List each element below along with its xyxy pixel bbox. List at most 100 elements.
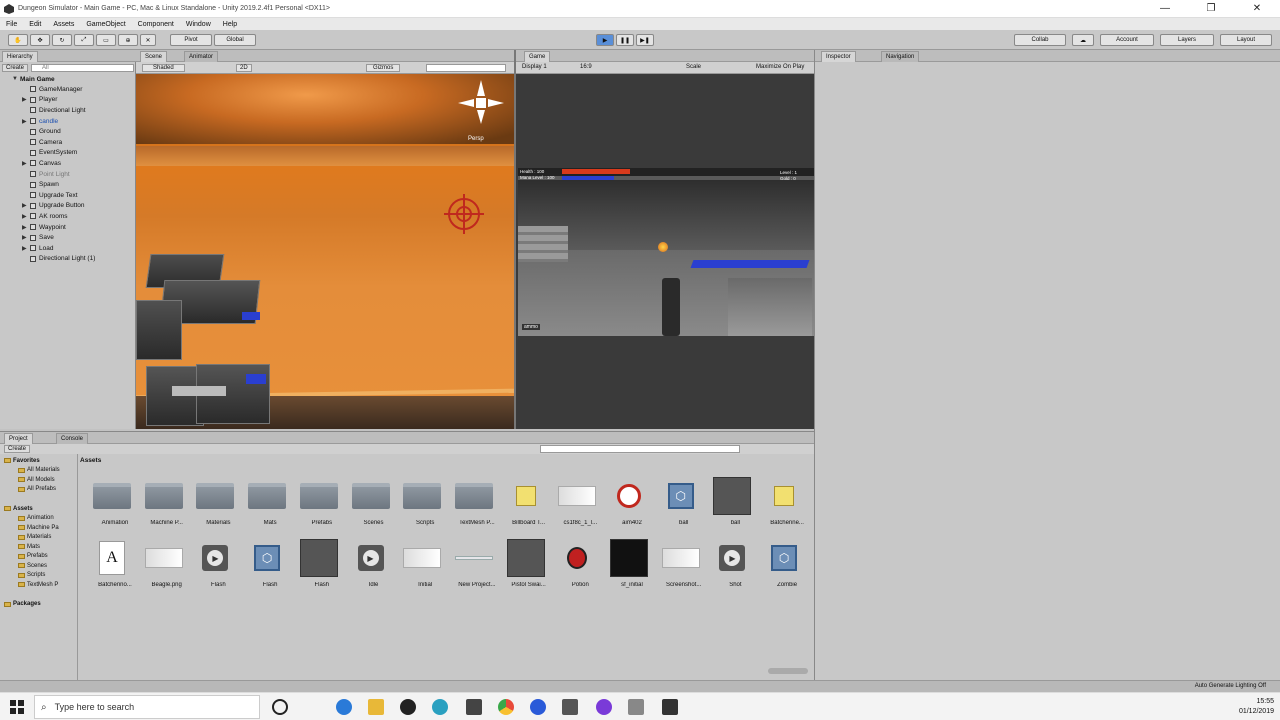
move-tool-button[interactable]: ✥ xyxy=(30,34,50,46)
menu-file[interactable]: File xyxy=(0,21,23,28)
project-tree-item[interactable]: Machine Pa xyxy=(18,523,59,532)
tab-game[interactable]: Game xyxy=(524,51,551,62)
project-tree-item[interactable]: Mats xyxy=(18,542,40,551)
hierarchy-item[interactable]: Upgrade Text xyxy=(22,190,78,201)
file-explorer-icon[interactable] xyxy=(368,699,384,715)
pivot-toggle[interactable]: Pivot xyxy=(170,34,212,46)
hierarchy-search-input[interactable]: All xyxy=(31,64,134,72)
unity-instance-icon[interactable] xyxy=(662,699,678,715)
hierarchy-item[interactable]: ▶ candle xyxy=(22,116,58,127)
asset-item[interactable]: ▶ Flash xyxy=(187,538,235,598)
tab-inspector[interactable]: Inspector xyxy=(821,51,856,62)
hierarchy-item[interactable]: Camera xyxy=(22,137,62,148)
hierarchy-item[interactable]: Directional Light xyxy=(22,105,86,116)
minimize-button[interactable]: — xyxy=(1142,3,1188,14)
windows-start-icon[interactable] xyxy=(10,700,24,714)
asset-item[interactable]: Pistol Swai... xyxy=(498,538,546,598)
asset-item[interactable]: cs1f8c_1_l... xyxy=(549,476,597,536)
expand-arrow-icon[interactable]: ▶ xyxy=(22,224,30,231)
scale-tool-button[interactable]: ⤢ xyxy=(74,34,94,46)
asset-item[interactable]: ⬡ Zombie xyxy=(756,538,804,598)
app-icon[interactable] xyxy=(530,699,546,715)
asset-item[interactable]: ▶ Shot xyxy=(704,538,752,598)
menu-component[interactable]: Component xyxy=(132,21,180,28)
scene-viewport[interactable]: Persp xyxy=(136,74,514,429)
menu-help[interactable]: Help xyxy=(217,21,243,28)
app-icon[interactable] xyxy=(336,699,352,715)
rotate-tool-button[interactable]: ↻ xyxy=(52,34,72,46)
project-breadcrumb[interactable]: Assets xyxy=(80,457,101,464)
taskbar-search-input[interactable]: ⌕ Type here to search xyxy=(34,695,260,719)
expand-arrow-icon[interactable]: ▶ xyxy=(22,213,30,220)
asset-item[interactable]: Flash xyxy=(291,538,339,598)
hierarchy-item[interactable]: ▶ Waypoint xyxy=(22,222,66,233)
project-tree-item[interactable]: TextMesh P xyxy=(18,580,58,589)
hierarchy-item[interactable]: ▶ Save xyxy=(22,232,54,243)
project-tree-item[interactable]: Packages xyxy=(4,600,41,609)
taskbar-clock[interactable]: 15:55 01/12/2019 xyxy=(1239,697,1274,717)
asset-item[interactable]: Billboard T... xyxy=(498,476,546,536)
app-icon[interactable] xyxy=(596,699,612,715)
expand-arrow-icon[interactable]: ▶ xyxy=(22,202,30,209)
play-button[interactable]: ▶ xyxy=(596,34,614,46)
asset-item[interactable]: ▶ Idle xyxy=(343,538,391,598)
layout-dropdown[interactable]: Layout xyxy=(1220,34,1272,46)
2d-toggle[interactable]: 2D xyxy=(236,64,252,72)
maximize-button[interactable]: ❐ xyxy=(1188,3,1234,14)
asset-item[interactable]: Batchenne... xyxy=(756,476,804,536)
hierarchy-item[interactable]: Spawn xyxy=(22,179,59,190)
scene-orientation-gizmo[interactable]: Persp xyxy=(454,78,506,144)
asset-item[interactable]: Potion xyxy=(549,538,597,598)
tab-animator[interactable]: Animator xyxy=(184,51,219,62)
hand-tool-button[interactable]: ✋ xyxy=(8,34,28,46)
rect-tool-button[interactable]: ▭ xyxy=(96,34,116,46)
tab-console[interactable]: Console xyxy=(56,433,89,444)
menu-edit[interactable]: Edit xyxy=(23,21,47,28)
tab-hierarchy[interactable]: Hierarchy xyxy=(2,51,38,62)
hierarchy-item[interactable]: EventSystem xyxy=(22,148,77,159)
gizmos-dropdown[interactable]: Gizmos xyxy=(366,64,401,72)
scene-search-input[interactable] xyxy=(426,64,506,72)
expand-arrow-icon[interactable]: ▶ xyxy=(22,160,30,167)
collab-button[interactable]: Collab xyxy=(1014,34,1066,46)
asset-item[interactable]: Beagle.png xyxy=(136,538,184,598)
project-tree-item[interactable]: Animation xyxy=(18,514,54,523)
project-tree-item[interactable]: Materials xyxy=(18,533,51,542)
layers-dropdown[interactable]: Layers xyxy=(1160,34,1214,46)
asset-item[interactable]: A Batchenno... xyxy=(84,538,132,598)
chrome-icon[interactable] xyxy=(498,699,514,715)
app-icon[interactable] xyxy=(562,699,578,715)
asset-item[interactable]: Scenes xyxy=(343,476,391,536)
project-tree-item[interactable]: All Materials xyxy=(18,466,60,475)
custom-tool-button[interactable]: ✕ xyxy=(140,34,156,46)
hierarchy-item[interactable]: Point Light xyxy=(22,169,70,180)
global-toggle[interactable]: Global xyxy=(214,34,256,46)
project-tree-item[interactable]: All Prefabs xyxy=(18,485,56,494)
hierarchy-item[interactable]: ▶ Canvas xyxy=(22,158,61,169)
project-tree-item[interactable]: Scripts xyxy=(18,571,45,580)
project-tree-item[interactable]: Assets xyxy=(4,504,33,513)
asset-item[interactable]: Animation xyxy=(84,476,132,536)
menu-window[interactable]: Window xyxy=(180,21,217,28)
asset-item[interactable]: ⬡ Flash xyxy=(239,538,287,598)
asset-item[interactable]: aim402 xyxy=(601,476,649,536)
edge-icon[interactable] xyxy=(432,699,448,715)
expand-arrow-icon[interactable]: ▶ xyxy=(22,234,30,241)
expand-arrow-icon[interactable]: ▶ xyxy=(22,96,30,103)
expand-arrow-icon[interactable]: ▶ xyxy=(22,245,30,252)
hierarchy-item[interactable]: GameManager xyxy=(22,84,82,95)
asset-item[interactable]: Mats xyxy=(239,476,287,536)
asset-item[interactable]: Scripts xyxy=(394,476,442,536)
project-tree-item[interactable]: Prefabs xyxy=(18,552,48,561)
hierarchy-create-button[interactable]: Create xyxy=(2,64,29,72)
asset-item[interactable]: New Project... xyxy=(446,538,496,598)
shading-dropdown[interactable]: Shaded xyxy=(142,64,185,72)
display-dropdown[interactable]: Display 1 xyxy=(522,64,547,70)
asset-item[interactable]: Prefabs xyxy=(291,476,339,536)
scene-root-row[interactable]: ▼ Main Game xyxy=(12,74,55,85)
project-search-input[interactable] xyxy=(540,445,740,453)
project-create-button[interactable]: Create xyxy=(4,445,31,453)
hierarchy-item[interactable]: Directional Light (1) xyxy=(22,254,95,265)
transform-tool-button[interactable]: ⊕ xyxy=(118,34,138,46)
app-icon[interactable] xyxy=(628,699,644,715)
